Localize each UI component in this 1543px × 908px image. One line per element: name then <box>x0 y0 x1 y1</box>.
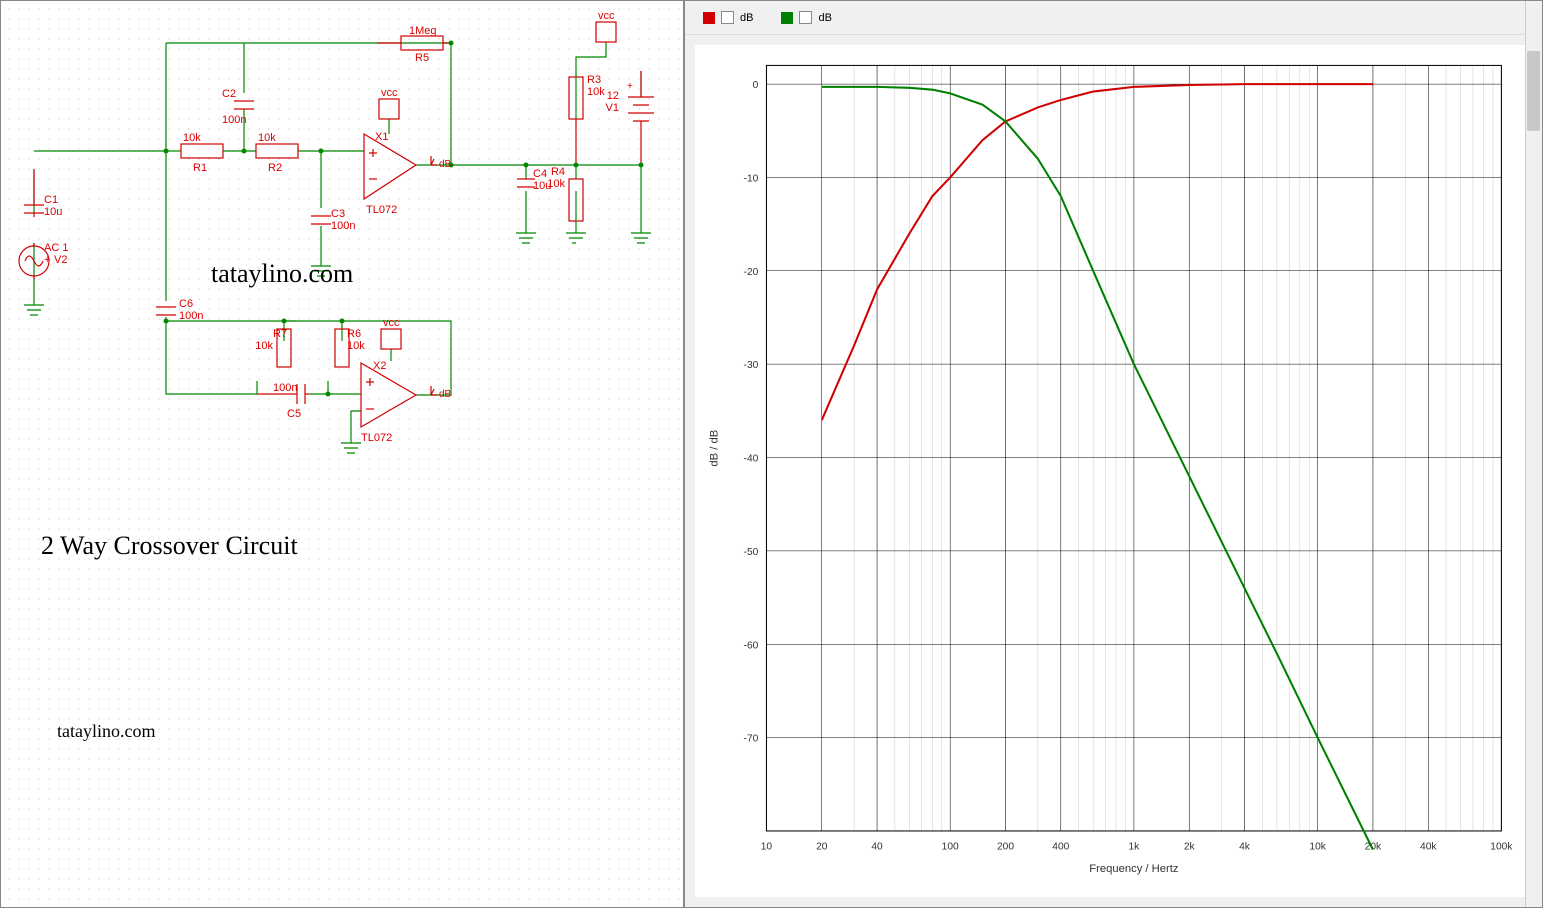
lbl-C2v: 100n <box>222 114 246 126</box>
plot-legend: dB dB <box>685 1 1542 35</box>
lbl-C5v: 100n <box>273 382 297 394</box>
lbl-C2: C2 <box>222 88 236 100</box>
lbl-R5v: 1Meg <box>409 25 437 37</box>
legend-label-1: dB <box>740 12 753 24</box>
scrollbar-vertical[interactable] <box>1525 1 1542 907</box>
lbl-R7: R7 <box>273 328 287 340</box>
lbl-C5: C5 <box>287 408 301 420</box>
svg-text:20k: 20k <box>1365 841 1382 852</box>
lbl-C6v: 100n <box>179 310 203 322</box>
svg-text:+: + <box>627 81 633 92</box>
svg-text:40k: 40k <box>1420 841 1437 852</box>
svg-text:-20: -20 <box>744 267 759 278</box>
lbl-R2v: 10k <box>258 132 276 144</box>
label-V2: V2 <box>54 254 67 266</box>
plot-area[interactable]: 10 20 40 100 200 400 1k 2k 4k 10k 20k 40k 100k -70 -60… <box>695 45 1532 897</box>
svg-text:2k: 2k <box>1184 841 1196 852</box>
lbl-dB1: dB <box>439 159 452 170</box>
lbl-R7v: 10k <box>255 340 273 352</box>
lbl-R1: R1 <box>193 162 207 174</box>
lbl-R3: R3 <box>587 74 601 86</box>
svg-text:-10: -10 <box>744 174 759 185</box>
svg-text:4k: 4k <box>1239 841 1251 852</box>
legend-checkbox-2[interactable] <box>799 11 812 24</box>
legend-series-2[interactable]: dB <box>781 11 831 24</box>
svg-text:Frequency / Hertz: Frequency / Hertz <box>1089 863 1179 875</box>
lbl-R6: R6 <box>347 328 361 340</box>
svg-text:+: + <box>44 254 50 266</box>
lbl-C4: C4 <box>533 168 547 180</box>
lbl-V1v: 12 <box>607 90 619 102</box>
lbl-C6: C6 <box>179 298 193 310</box>
svg-text:400: 400 <box>1052 841 1069 852</box>
lbl-X2t: TL072 <box>361 432 392 444</box>
svg-text:200: 200 <box>997 841 1014 852</box>
svg-text:-60: -60 <box>744 640 759 651</box>
svg-text:10k: 10k <box>1309 841 1326 852</box>
svg-text:-30: -30 <box>744 360 759 371</box>
label-C1v: 10u <box>44 206 62 218</box>
lbl-X1t: TL072 <box>366 204 397 216</box>
scrollbar-thumb[interactable] <box>1527 51 1540 131</box>
svg-text:-70: -70 <box>744 734 759 745</box>
lbl-R4v: 10k <box>547 178 565 190</box>
watermark-center: tataylino.com <box>211 259 353 289</box>
schematic-svg: C1 10u AC 1 + V2 10k R1 10k R2 C2 100n C… <box>1 1 685 907</box>
svg-text:1k: 1k <box>1129 841 1141 852</box>
lbl-R2: R2 <box>268 162 282 174</box>
legend-label-2: dB <box>818 12 831 24</box>
lbl-V1: V1 <box>606 102 619 114</box>
plot-pane: dB dB 10 20 40 100 200 400 1k 2k 4k 10k 20k 40k 100k… <box>685 1 1542 907</box>
lbl-X1: X1 <box>375 131 388 143</box>
legend-checkbox-1[interactable] <box>721 11 734 24</box>
app-window: C1 10u AC 1 + V2 10k R1 10k R2 C2 100n C… <box>0 0 1543 908</box>
lbl-R3v: 10k <box>587 86 605 98</box>
watermark-bottom: tataylino.com <box>57 721 155 742</box>
lbl-vcc3: vcc <box>383 317 400 329</box>
lbl-R1v: 10k <box>183 132 201 144</box>
svg-text:100k: 100k <box>1490 841 1513 852</box>
svg-text:0: 0 <box>753 80 759 91</box>
legend-color-1-icon <box>703 12 715 24</box>
schematic-pane[interactable]: C1 10u AC 1 + V2 10k R1 10k R2 C2 100n C… <box>1 1 685 907</box>
svg-text:dB / dB: dB / dB <box>708 430 720 467</box>
legend-color-2-icon <box>781 12 793 24</box>
label-C1: C1 <box>44 194 58 206</box>
lbl-dB2: dB <box>439 389 452 400</box>
lbl-R6v: 10k <box>347 340 365 352</box>
schematic-title: 2 Way Crossover Circuit <box>41 531 298 561</box>
legend-series-1[interactable]: dB <box>703 11 753 24</box>
plot-svg: 10 20 40 100 200 400 1k 2k 4k 10k 20k 40k 100k -70 -60… <box>695 45 1532 892</box>
svg-text:-40: -40 <box>744 454 759 465</box>
lbl-vcc1: vcc <box>381 87 398 99</box>
lbl-X2: X2 <box>373 360 386 372</box>
svg-text:10: 10 <box>761 841 773 852</box>
lbl-C3v: 100n <box>331 220 355 232</box>
lbl-C3: C3 <box>331 208 345 220</box>
svg-text:40: 40 <box>871 841 883 852</box>
lbl-vcc2: vcc <box>598 10 615 22</box>
svg-text:20: 20 <box>816 841 828 852</box>
svg-text:-50: -50 <box>744 547 759 558</box>
lbl-R5: R5 <box>415 52 429 64</box>
svg-text:100: 100 <box>942 841 959 852</box>
lbl-ac: AC 1 <box>44 242 68 254</box>
lbl-R4: R4 <box>551 166 565 178</box>
